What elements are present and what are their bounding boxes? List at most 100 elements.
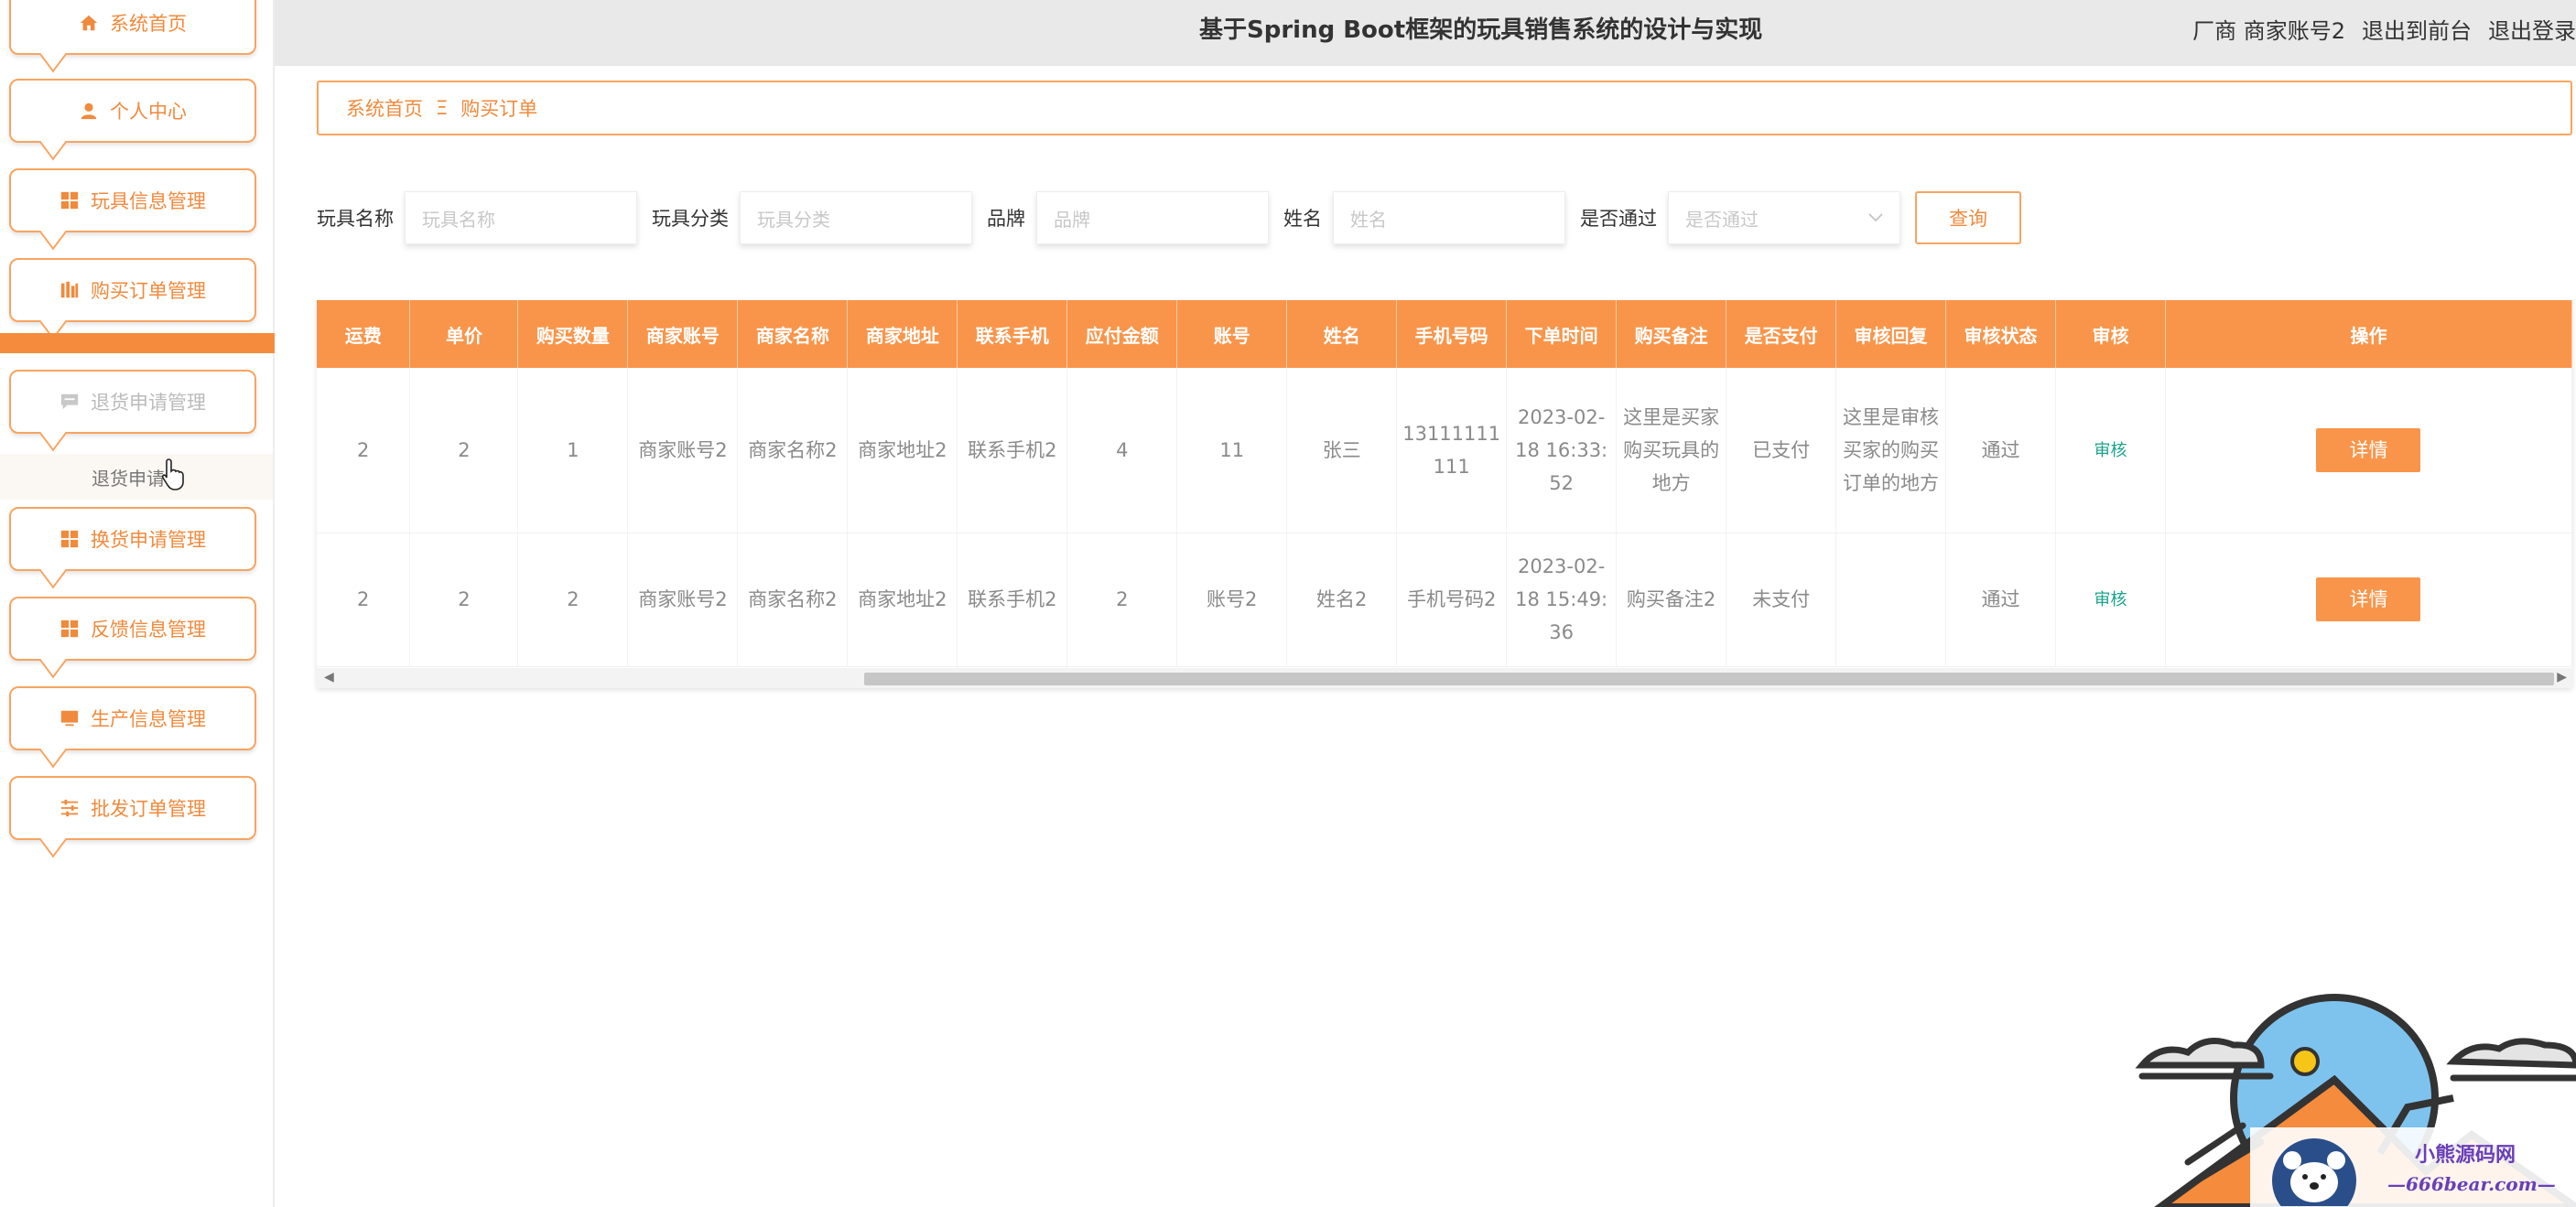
table-row: 2 2 2 商家账号2 商家名称2 商家地址2 联系手机2 2 账号2 姓名2 … xyxy=(317,533,2572,667)
column-header: 下单时间 xyxy=(1506,300,1618,368)
pass-select[interactable]: 是否通过 xyxy=(1668,191,1900,244)
toy-category-placeholder: 玩具分类 xyxy=(757,208,830,231)
sidebar-item-exchange-requests[interactable]: 换货申请管理 xyxy=(9,507,256,571)
user-icon xyxy=(81,102,97,120)
orders-table: 运费 单价 购买数量 商家账号 商家名称 商家地址 联系手机 应付金额 账号 姓… xyxy=(317,300,2572,667)
cell-audit: 审核 xyxy=(2055,368,2166,533)
cell-reply xyxy=(1835,533,1947,667)
sidebar-item-label: 退货申请管理 xyxy=(91,392,206,414)
watermark: 小熊源码网 —666bear.com— xyxy=(2250,1127,2576,1207)
column-header: 账号 xyxy=(1176,300,1288,368)
scrollbar-thumb[interactable] xyxy=(864,673,2554,685)
sidebar-item-purchase-orders[interactable]: 购买订单管理 xyxy=(9,258,256,322)
column-header: 应付金额 xyxy=(1066,300,1178,368)
cell-merchant-name: 商家名称2 xyxy=(737,533,849,667)
sidebar-item-toy-info[interactable]: 玩具信息管理 xyxy=(9,168,256,232)
breadcrumb-current: 购买订单 xyxy=(460,98,538,120)
sidebar-item-return-requests[interactable]: 退货申请管理 xyxy=(9,370,256,434)
cell-merchant-address: 商家地址2 xyxy=(847,533,958,667)
column-header: 审核 xyxy=(2055,300,2166,368)
sidebar-item-label: 玩具信息管理 xyxy=(91,190,206,212)
sidebar-item-profile[interactable]: 个人中心 xyxy=(9,79,256,143)
sidebar-item-label: 换货申请管理 xyxy=(91,529,206,551)
detail-button[interactable]: 详情 xyxy=(2316,577,2421,621)
cell-account: 11 xyxy=(1176,368,1288,533)
toy-name-input[interactable]: 玩具名称 xyxy=(405,191,637,244)
cell-phone: 13111111111 xyxy=(1396,368,1508,533)
cell-freight: 2 xyxy=(317,533,411,667)
sliders-icon xyxy=(60,799,79,817)
audit-link[interactable]: 审核 xyxy=(2094,441,2127,460)
top-bar: 基于Spring Boot框架的玩具销售系统的设计与实现 厂商 商家账号2 退出… xyxy=(275,0,2576,66)
sidebar-item-production[interactable]: 生产信息管理 xyxy=(9,686,256,750)
horizontal-scrollbar[interactable]: ◀ ▶ xyxy=(317,668,2572,688)
detail-button[interactable]: 详情 xyxy=(2316,427,2421,472)
toy-name-label: 玩具名称 xyxy=(317,208,394,230)
cell-remark: 这里是买家购买玩具的地方 xyxy=(1616,368,1727,533)
scroll-right-icon[interactable]: ▶ xyxy=(2557,670,2567,684)
cell-reply: 这里是审核买家的购买订单的地方 xyxy=(1835,368,1947,533)
logout-link[interactable]: 退出登录 xyxy=(2488,13,2576,45)
submenu-item-return-request[interactable]: 退货申请 xyxy=(0,454,273,500)
sidebar-item-wholesale-orders[interactable]: 批发订单管理 xyxy=(9,776,256,840)
watermark-url: —666bear.com— xyxy=(2387,1173,2556,1195)
site-title: 基于Spring Boot框架的玩具销售系统的设计与实现 xyxy=(1199,16,1763,44)
sidebar-item-label: 批发订单管理 xyxy=(91,798,206,820)
column-header: 是否支付 xyxy=(1726,300,1837,368)
column-header: 联系手机 xyxy=(957,300,1068,368)
cell-paid: 未支付 xyxy=(1726,533,1837,667)
cell-qty: 1 xyxy=(517,368,629,533)
sidebar-item-label: 系统首页 xyxy=(110,13,187,35)
sidebar-item-label: 购买订单管理 xyxy=(91,280,206,302)
sidebar-item-feedback[interactable]: 反馈信息管理 xyxy=(9,597,256,661)
toy-name-placeholder: 玩具名称 xyxy=(422,208,495,231)
search-form: 玩具名称 玩具名称 玩具分类 玩具分类 品牌 品牌 姓名 姓名 是否通过 是否通… xyxy=(317,190,2021,245)
column-header: 运费 xyxy=(317,300,411,368)
cell-name: 姓名2 xyxy=(1286,533,1398,667)
cell-merchant-address: 商家地址2 xyxy=(847,368,958,533)
brand-input[interactable]: 品牌 xyxy=(1036,191,1269,244)
column-header: 审核状态 xyxy=(1945,300,2056,368)
sidebar-item-home[interactable]: 系统首页 xyxy=(9,0,256,55)
scroll-left-icon[interactable]: ◀ xyxy=(324,670,334,684)
cell-status: 通过 xyxy=(1945,368,2056,533)
breadcrumb-home-link[interactable]: 系统首页 xyxy=(346,94,423,122)
cell-merchant-name: 商家名称2 xyxy=(737,368,849,533)
sidebar-item-label: 个人中心 xyxy=(110,101,187,123)
grid-icon xyxy=(60,620,79,638)
cell-action: 详情 xyxy=(2165,533,2572,667)
column-header: 姓名 xyxy=(1286,300,1398,368)
chevron-down-icon xyxy=(1868,213,1883,222)
back-to-frontend-link[interactable]: 退出到前台 xyxy=(2362,13,2472,45)
column-header: 单价 xyxy=(409,300,519,368)
cell-amount: 4 xyxy=(1066,368,1178,533)
cell-freight: 2 xyxy=(317,368,411,533)
name-input[interactable]: 姓名 xyxy=(1333,191,1565,244)
column-header: 购买数量 xyxy=(517,300,629,368)
cell-amount: 2 xyxy=(1066,533,1178,667)
cell-contact-phone: 联系手机2 xyxy=(957,368,1068,533)
toy-category-input[interactable]: 玩具分类 xyxy=(740,191,972,244)
cell-remark: 购买备注2 xyxy=(1616,533,1727,667)
bear-logo-icon xyxy=(2272,1138,2356,1206)
cell-qty: 2 xyxy=(517,533,629,667)
orders-table-container: 运费 单价 购买数量 商家账号 商家名称 商家地址 联系手机 应付金额 账号 姓… xyxy=(317,300,2572,688)
watermark-brand: 小熊源码网 xyxy=(2415,1143,2516,1167)
toy-category-label: 玩具分类 xyxy=(652,208,729,230)
pass-placeholder: 是否通过 xyxy=(1685,208,1759,231)
mouse-cursor-icon xyxy=(161,458,184,490)
cell-price: 2 xyxy=(409,368,519,533)
query-button[interactable]: 查询 xyxy=(1915,191,2021,244)
cell-merchant-account: 商家账号2 xyxy=(627,533,739,667)
cell-order-time: 2023-02-18 15:49:36 xyxy=(1506,533,1618,667)
name-placeholder: 姓名 xyxy=(1350,208,1387,231)
cell-name: 张三 xyxy=(1286,368,1398,533)
home-icon xyxy=(80,15,98,31)
cell-order-time: 2023-02-18 16:33:52 xyxy=(1506,368,1618,533)
grid-icon xyxy=(60,191,79,210)
audit-link[interactable]: 审核 xyxy=(2094,590,2127,609)
submenu-item-label: 退货申请 xyxy=(92,467,165,490)
cell-price: 2 xyxy=(409,533,519,667)
cell-merchant-account: 商家账号2 xyxy=(627,368,739,533)
bars-icon xyxy=(60,281,79,298)
